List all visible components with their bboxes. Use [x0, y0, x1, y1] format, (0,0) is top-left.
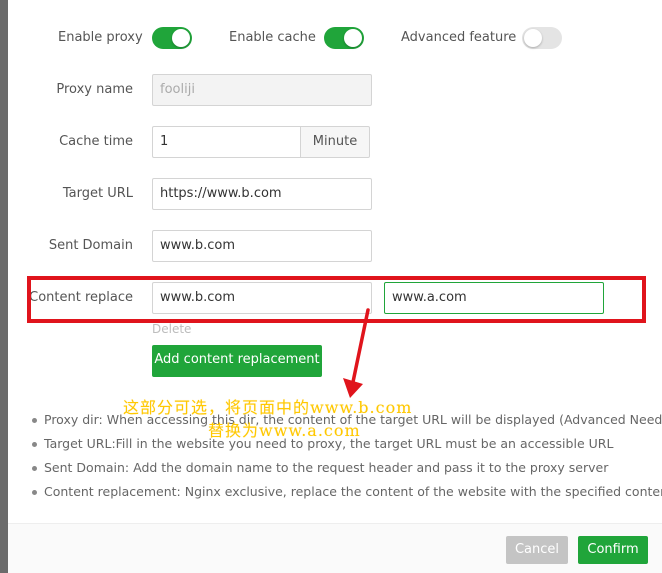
- annotation-highlight-box: [27, 276, 646, 323]
- proxy-dialog: Enable proxy Enable cache Advanced featu…: [8, 0, 662, 573]
- toggle-knob: [344, 29, 362, 47]
- cache-time-label: Cache time: [59, 134, 133, 149]
- add-content-replacement-button[interactable]: Add content replacement: [152, 345, 322, 377]
- dialog-footer: Cancel Confirm: [8, 523, 662, 573]
- delete-replacement-link[interactable]: Delete: [152, 322, 191, 336]
- tip-item: Content replacement: Nginx exclusive, re…: [32, 480, 662, 504]
- toggle-knob: [172, 29, 190, 47]
- enable-cache-toggle[interactable]: [324, 27, 364, 49]
- cache-time-unit: Minute: [301, 126, 370, 158]
- advanced-feature-label: Advanced feature: [401, 30, 517, 45]
- proxy-name-label: Proxy name: [56, 82, 133, 97]
- tip-item: Sent Domain: Add the domain name to the …: [32, 456, 642, 480]
- sent-domain-label: Sent Domain: [48, 238, 133, 253]
- advanced-feature-toggle[interactable]: [522, 27, 562, 49]
- target-url-label: Target URL: [62, 186, 133, 201]
- annotation-arrow-icon: [343, 308, 370, 398]
- enable-cache-label: Enable cache: [229, 30, 316, 45]
- cancel-button[interactable]: Cancel: [506, 536, 568, 564]
- annotation-text-line2: 替换为www.a.com: [208, 421, 361, 440]
- target-url-input[interactable]: https://www.b.com: [152, 178, 372, 210]
- sent-domain-input[interactable]: www.b.com: [152, 230, 372, 262]
- cache-time-input[interactable]: 1: [152, 126, 301, 158]
- annotation-text-line1: 这部分可选，将页面中的www.b.com: [123, 398, 413, 417]
- backdrop-overlay: [0, 0, 8, 573]
- toggle-knob: [524, 29, 542, 47]
- enable-proxy-label: Enable proxy: [58, 30, 143, 45]
- enable-proxy-toggle[interactable]: [152, 27, 192, 49]
- proxy-name-input: fooliji: [152, 74, 372, 106]
- confirm-button[interactable]: Confirm: [578, 536, 648, 564]
